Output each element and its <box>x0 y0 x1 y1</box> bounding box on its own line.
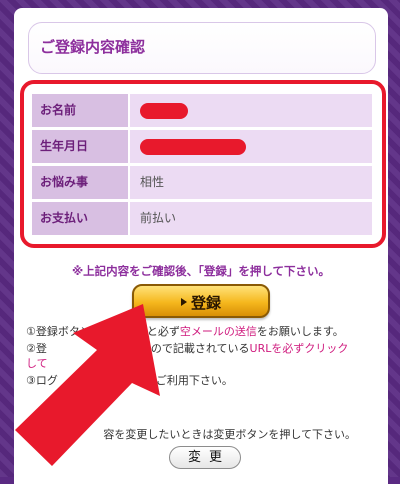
highlight-outline <box>20 80 386 248</box>
instruction-text: ②登 <box>26 342 47 355</box>
instruction-text: をお願いします。 <box>256 325 344 338</box>
instruction-text: ますので記載されている <box>128 342 250 355</box>
register-button-label: 登録 <box>191 294 222 312</box>
register-button[interactable]: 登録 <box>132 284 270 318</box>
instruction-line-1: ①登録ボタンを押し ると必ず空メールの送信をお願いします。 <box>26 325 344 339</box>
confirmation-card: ご登録内容確認 お名前 生年月日 お悩み事 相性 お支払い 前払い ※上記内容を… <box>14 8 388 484</box>
instruction-line-2: ②登 ますので記載されているURLを必ずクリック <box>26 342 348 356</box>
change-note: 容を変更したいときは変更ボタンを押して下さい。 <box>103 428 356 441</box>
confirmation-notice: ※上記内容をご確認後、「登録」を押して下さい。 <box>71 264 331 278</box>
change-button[interactable]: 変更 <box>169 446 241 469</box>
instruction-line-4: ③ログ スをご利用下さい。 <box>26 374 233 388</box>
instruction-text: ①登録ボタンを押し <box>26 325 124 338</box>
instruction-link-continuation: して <box>26 357 48 370</box>
empty-mail-link[interactable]: 空メールの送信 <box>180 325 257 338</box>
instruction-line-3: して <box>26 357 48 371</box>
instruction-text: スをご利用下さい。 <box>133 374 233 387</box>
page-title: ご登録内容確認 <box>40 38 146 56</box>
instruction-text: ると必ず <box>135 325 180 338</box>
url-click-link[interactable]: URLを必ずクリック <box>250 342 349 355</box>
play-icon <box>181 298 187 306</box>
instruction-text: ③ログ <box>26 374 58 387</box>
